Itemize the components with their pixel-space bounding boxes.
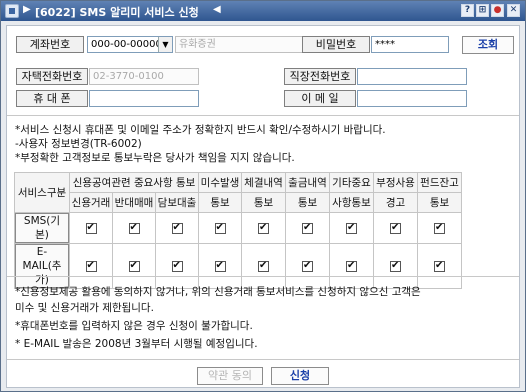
email-checkbox[interactable] (85, 260, 97, 272)
terms-agree-button[interactable]: 약관 동의 (197, 367, 263, 385)
notice-line: *신용정보제공 활용에 동의하지 않거나, 위의 신용거래 통보서비스를 신청하… (15, 286, 421, 298)
chevron-down-icon[interactable]: ▼ (158, 37, 172, 52)
email-field[interactable] (357, 90, 467, 107)
divider (7, 115, 519, 116)
table-col-header: 경고 (373, 192, 418, 213)
restore-icon[interactable]: ⊞ (476, 4, 489, 17)
row-label: SMS(기본) (14, 212, 70, 244)
email-checkbox[interactable] (390, 260, 401, 272)
account-name-field: 유화증권 (175, 36, 303, 53)
window-title: [6022] SMS 알리미 서비스 신청 (35, 6, 199, 19)
account-value: 000-00-000000 (91, 39, 169, 50)
email-label: 이 메 일 (284, 90, 356, 107)
title-arrow-left-icon: ◀ (213, 4, 221, 15)
sms-checkbox[interactable] (258, 222, 269, 234)
email-checkbox[interactable] (214, 260, 226, 272)
table-col-header: 출금내역 (285, 172, 330, 193)
table-col-header: 기타중요 (329, 172, 374, 193)
table-row: SMS(기본) (14, 212, 462, 244)
table-col-header: 부정사용 (373, 172, 418, 193)
close-icon[interactable]: ✕ (507, 4, 520, 17)
lookup-button[interactable]: 조회 (462, 36, 514, 54)
mobile-label: 휴 대 폰 (16, 90, 88, 107)
notice-line: 미수 및 신용거래가 제한됩니다. (15, 302, 154, 314)
email-row-tag: E-MAIL(추가) (15, 244, 69, 288)
account-select[interactable]: 000-00-000000 ▼ (87, 36, 173, 53)
work-phone-field[interactable] (357, 68, 467, 85)
sms-row-tag: SMS(기본) (15, 213, 69, 243)
password-field[interactable]: **** (371, 36, 449, 53)
sms-checkbox[interactable] (128, 222, 140, 234)
home-phone-field[interactable]: 02-3770-0100 (89, 68, 199, 85)
table-col-header: 통보 (198, 192, 242, 213)
table-col-header: 통보 (241, 192, 286, 213)
table-col-header: 미수발생 (198, 172, 242, 193)
notice-line: * E-MAIL 발송은 2008년 3월부터 시행될 예정입니다. (15, 338, 258, 350)
divider (7, 276, 519, 277)
email-checkbox[interactable] (434, 260, 445, 272)
notice-line: -사용자 정보변경(TR-6002) (15, 138, 142, 150)
table-row: E-MAIL(추가) (14, 243, 462, 289)
apply-button[interactable]: 신청 (271, 367, 329, 385)
table-col-header: 통보 (417, 192, 462, 213)
pin-icon[interactable]: ● (491, 4, 504, 17)
table-col-header: 통보 (285, 192, 330, 213)
table-col-header: 반대매매 (112, 192, 156, 213)
sms-checkbox[interactable] (390, 222, 401, 234)
table-col-header: 펀드잔고 (417, 172, 462, 193)
email-checkbox[interactable] (346, 260, 357, 272)
table-col-header: 신용거래 (69, 192, 113, 213)
sms-checkbox[interactable] (346, 222, 357, 234)
sms-checkbox[interactable] (214, 222, 226, 234)
work-phone-label: 직장전화번호 (284, 68, 356, 85)
service-table: 서비스구분 신용공여관련 중요사항 통보 미수발생 체결내역 출금내역 기타중요… (14, 172, 462, 289)
email-checkbox[interactable] (128, 260, 140, 272)
app-icon (5, 4, 19, 18)
table-col-header: 담보대출 (155, 192, 199, 213)
sms-checkbox[interactable] (85, 222, 97, 234)
mobile-field[interactable] (89, 90, 199, 107)
home-phone-label: 자택전화번호 (16, 68, 88, 85)
notice-line: *휴대폰번호를 입력하지 않은 경우 신청이 불가합니다. (15, 320, 253, 332)
sms-checkbox[interactable] (171, 222, 183, 234)
email-checkbox[interactable] (171, 260, 183, 272)
sms-service-window: ▶ [6022] SMS 알리미 서비스 신청 ◀ ? ⊞ ● ✕ 계좌번호 0… (0, 0, 526, 392)
table-col-header: 사항통보 (329, 192, 374, 213)
email-checkbox[interactable] (258, 260, 269, 272)
notice-line: *부정확한 고객정보로 통보누락은 당사가 책임을 지지 않습니다. (15, 152, 295, 164)
sms-checkbox[interactable] (302, 222, 313, 234)
content-panel: 계좌번호 000-00-000000 ▼ 유화증권 비밀번호 **** 조회 자… (6, 25, 520, 388)
divider (7, 359, 519, 360)
sms-checkbox[interactable] (434, 222, 445, 234)
title-bar[interactable]: ▶ [6022] SMS 알리미 서비스 신청 ◀ ? ⊞ ● ✕ (1, 1, 525, 21)
row-label: E-MAIL(추가) (14, 243, 70, 289)
table-corner-label: 서비스구분 (14, 172, 70, 213)
table-col-header: 체결내역 (241, 172, 286, 193)
account-label: 계좌번호 (16, 36, 84, 53)
notice-line: *서비스 신청시 휴대폰 및 이메일 주소가 정확한지 반드시 확인/수정하시기… (15, 124, 386, 136)
title-arrow-icon: ▶ (23, 4, 31, 15)
password-label: 비밀번호 (302, 36, 370, 53)
email-checkbox[interactable] (302, 260, 313, 272)
table-group-header: 신용공여관련 중요사항 통보 (69, 172, 199, 193)
help-icon[interactable]: ? (461, 4, 474, 17)
